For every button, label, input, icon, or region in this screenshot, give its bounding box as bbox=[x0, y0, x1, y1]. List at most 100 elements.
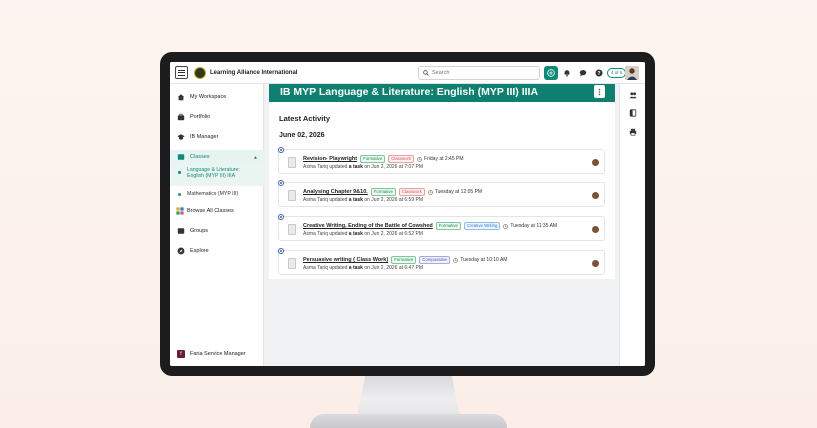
classes-icon bbox=[177, 153, 185, 161]
pin-icon bbox=[278, 180, 284, 186]
activity-object: a task bbox=[348, 164, 363, 170]
activity-object: a task bbox=[348, 231, 363, 237]
tag-badge: Creative Writing bbox=[463, 222, 501, 230]
document-icon bbox=[288, 190, 296, 201]
search-icon bbox=[423, 70, 429, 76]
sidebar-item-classes[interactable]: Classes bbox=[170, 150, 264, 164]
monitor-frame: Learning Alliance International ? 4 of 6 bbox=[160, 52, 655, 376]
home-icon bbox=[177, 93, 185, 101]
plus-icon bbox=[547, 69, 555, 77]
messages-button[interactable] bbox=[578, 68, 588, 78]
print-button[interactable] bbox=[628, 127, 638, 137]
task-title-link[interactable]: Creative Writing, Ending of the Battle o… bbox=[303, 223, 433, 229]
sidebar-item-label: Groups bbox=[190, 228, 209, 234]
chevron-up-icon bbox=[254, 156, 257, 158]
chat-icon bbox=[579, 69, 587, 77]
sidebar-item-label: Portfolio bbox=[190, 114, 211, 120]
sidebar-item-label: Explore bbox=[190, 248, 209, 254]
sidebar-item-ib-manager[interactable]: IB Manager bbox=[170, 130, 264, 144]
people-icon bbox=[629, 92, 637, 99]
clock-icon bbox=[453, 257, 459, 263]
faria-service-manager-link[interactable]: f Faria Service Manager bbox=[177, 350, 246, 358]
activity-verb: updated bbox=[329, 164, 348, 170]
notifications-button[interactable] bbox=[562, 68, 572, 78]
compass-icon bbox=[177, 247, 185, 255]
more-vertical-icon bbox=[598, 88, 601, 95]
main-content: IB MYP Language & Literature: English (M… bbox=[269, 84, 615, 279]
printer-icon bbox=[629, 128, 637, 136]
user-avatar-icon[interactable] bbox=[592, 226, 599, 233]
sidebar-class-english[interactable]: Language & Literature: English (MYP III)… bbox=[170, 164, 264, 186]
class-dot bbox=[178, 193, 181, 196]
sidebar-item-label: My Workspace bbox=[190, 94, 227, 100]
right-rail bbox=[619, 84, 645, 366]
due-date: Friday at 2:45 PM bbox=[417, 156, 464, 162]
monitor-stand bbox=[357, 376, 460, 416]
activity-timestamp: on Jun 2, 2026 at 6:47 PM bbox=[364, 265, 424, 271]
activity-object: a task bbox=[348, 265, 363, 271]
portfolio-icon bbox=[177, 113, 185, 121]
activity-meta: Asma Tariq updated a task on Jun 2, 2026… bbox=[303, 164, 423, 170]
sidebar-item-browse-all-classes[interactable]: Browse All Classes bbox=[170, 204, 264, 218]
help-button[interactable]: ? bbox=[594, 68, 604, 78]
activity-verb: updated bbox=[329, 231, 348, 237]
document-icon bbox=[288, 258, 296, 269]
sidebar-item-groups[interactable]: Groups bbox=[170, 224, 264, 238]
bell-icon bbox=[564, 70, 570, 77]
activity-meta: Asma Tariq updated a task on Jun 2, 2026… bbox=[303, 265, 423, 271]
sidebar-item-explore[interactable]: Explore bbox=[170, 244, 264, 258]
search-input[interactable] bbox=[432, 70, 522, 76]
activity-card[interactable]: Persuasive writing ( Class Work) Formati… bbox=[278, 248, 605, 275]
activity-user: Asma Tariq bbox=[303, 265, 328, 271]
members-button[interactable] bbox=[628, 90, 638, 100]
task-title-link[interactable]: Revision- Playwright bbox=[303, 156, 357, 162]
banner-more-button[interactable] bbox=[594, 85, 605, 98]
page-title: IB MYP Language & Literature: English (M… bbox=[280, 86, 539, 98]
activity-user: Asma Tariq bbox=[303, 197, 328, 203]
tag-badge: Formative bbox=[391, 256, 417, 264]
ib-icon bbox=[177, 133, 185, 141]
activity-meta: Asma Tariq updated a task on Jun 2, 2026… bbox=[303, 197, 423, 203]
sidebar: My Workspace Portfolio IB Manager Classe… bbox=[170, 84, 264, 366]
activity-card[interactable]: Revision- Playwright Formative Classwork… bbox=[278, 147, 605, 174]
user-avatar-icon[interactable] bbox=[592, 159, 599, 166]
sidebar-item-my-workspace[interactable]: My Workspace bbox=[170, 90, 264, 104]
sidebar-class-mathematics[interactable]: Mathematics (MYP III) bbox=[170, 190, 264, 200]
due-date: Tuesday at 11:35 AM bbox=[503, 223, 557, 229]
task-title-link[interactable]: Persuasive writing ( Class Work) bbox=[303, 257, 388, 263]
class-dot bbox=[178, 171, 181, 174]
activity-verb: updated bbox=[329, 265, 348, 271]
search-box[interactable] bbox=[418, 66, 540, 80]
due-text: Friday at 2:45 PM bbox=[424, 156, 464, 162]
task-title-link[interactable]: Analysing Chapter 9&10. bbox=[303, 189, 368, 195]
tag-badge: Formative bbox=[360, 155, 386, 163]
activity-card[interactable]: Analysing Chapter 9&10. Formative Classw… bbox=[278, 180, 605, 207]
clock-icon bbox=[427, 189, 433, 195]
user-avatar-icon[interactable] bbox=[592, 260, 599, 267]
hamburger-menu-button[interactable] bbox=[175, 66, 188, 79]
groups-icon bbox=[177, 227, 185, 235]
user-avatar[interactable] bbox=[625, 66, 639, 80]
pager-badge[interactable]: 4 of 6 bbox=[607, 68, 627, 78]
activity-object: a task bbox=[348, 197, 363, 203]
faria-label: Faria Service Manager bbox=[190, 351, 246, 357]
tag-badge: Formative bbox=[370, 188, 396, 196]
pin-icon bbox=[278, 248, 284, 254]
activity-meta: Asma Tariq updated a task on Jun 2, 2026… bbox=[303, 231, 423, 237]
grid-icon bbox=[176, 207, 184, 215]
pin-icon bbox=[278, 214, 284, 220]
top-bar: Learning Alliance International ? 4 of 6 bbox=[170, 62, 645, 84]
user-avatar-icon[interactable] bbox=[592, 192, 599, 199]
document-icon bbox=[288, 157, 296, 168]
sidebar-item-label: Browse All Classes bbox=[187, 208, 234, 214]
activity-timestamp: on Jun 2, 2026 at 6:52 PM bbox=[364, 231, 424, 237]
class-label: Mathematics (MYP III) bbox=[187, 191, 239, 197]
tag-badge: Classwork bbox=[388, 155, 415, 163]
sidebar-item-portfolio[interactable]: Portfolio bbox=[170, 110, 264, 124]
due-date: Tuesday at 10:10 AM bbox=[453, 257, 507, 263]
notebook-button[interactable] bbox=[628, 108, 638, 118]
add-button[interactable] bbox=[544, 66, 558, 80]
sidebar-item-label: IB Manager bbox=[190, 134, 219, 140]
activity-user: Asma Tariq bbox=[303, 231, 328, 237]
activity-card[interactable]: Creative Writing, Ending of the Battle o… bbox=[278, 214, 605, 241]
